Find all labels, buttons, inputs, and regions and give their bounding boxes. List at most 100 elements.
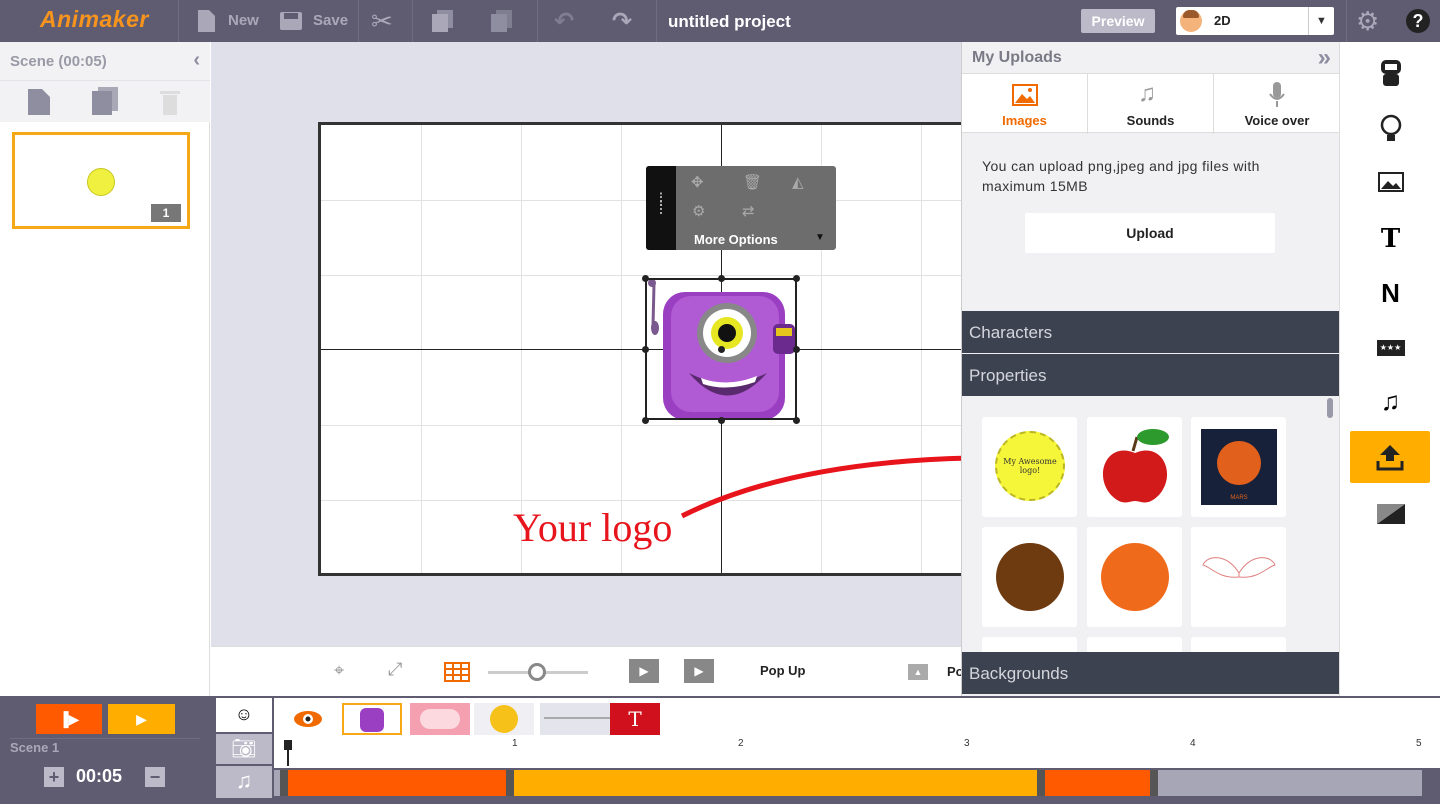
trash-icon[interactable]: 🗑 <box>743 173 762 191</box>
collapse-panel-icon[interactable]: » <box>1318 44 1331 72</box>
resize-handle[interactable] <box>642 417 649 424</box>
center-icon[interactable]: ⌖ <box>334 660 344 681</box>
track-handle[interactable] <box>506 770 514 796</box>
ruler-tick: 2 <box>738 738 744 749</box>
monster-object[interactable] <box>342 703 402 735</box>
section-backgrounds[interactable]: Backgrounds <box>962 652 1339 694</box>
tab-sounds[interactable]: ♫ Sounds <box>1088 74 1214 134</box>
undo-icon[interactable]: ↶ <box>554 7 574 36</box>
resize-handle[interactable] <box>718 275 725 282</box>
rating-icon[interactable]: ★★★ <box>1340 322 1440 374</box>
exit-segment[interactable] <box>1040 770 1154 796</box>
section-characters[interactable]: Characters <box>962 311 1339 353</box>
logo-tile[interactable]: My Awesome logo! <box>982 417 1077 517</box>
tile[interactable] <box>982 637 1077 652</box>
divider <box>537 0 538 42</box>
play-from-start-icon[interactable]: ▶︎ <box>629 659 659 683</box>
help-icon[interactable]: ? <box>1406 9 1430 33</box>
text-object[interactable]: T <box>610 703 660 735</box>
collapse-icon[interactable]: ‹ <box>193 49 200 72</box>
cut-icon[interactable]: ✂ <box>371 6 393 37</box>
eye-object[interactable] <box>288 703 328 735</box>
playhead[interactable] <box>284 740 292 750</box>
track-handle[interactable] <box>1037 770 1045 796</box>
gear-icon[interactable]: ⚙ <box>692 202 705 220</box>
section-properties[interactable]: Properties <box>962 354 1339 396</box>
scrollbar[interactable] <box>1327 398 1333 418</box>
brown-planet-tile[interactable] <box>982 527 1077 627</box>
resize-handle[interactable] <box>718 417 725 424</box>
music-track-icon[interactable]: ♫ <box>216 766 272 798</box>
bulb-icon[interactable] <box>1340 102 1440 154</box>
ruler-tick: 5 <box>1416 738 1422 749</box>
timeline-track[interactable] <box>274 770 1422 796</box>
save-icon[interactable] <box>279 11 303 31</box>
redo-icon[interactable]: ↷ <box>612 7 632 36</box>
arrow-up-icon[interactable]: ▲ <box>908 664 928 680</box>
copy-icon[interactable] <box>431 10 455 32</box>
hold-segment[interactable] <box>510 770 1040 796</box>
project-title[interactable]: untitled project <box>668 12 791 32</box>
n-icon[interactable]: N <box>1340 266 1440 318</box>
fit-icon[interactable]: ⤢ <box>388 659 402 680</box>
cloud-object[interactable] <box>410 703 470 735</box>
resize-handle[interactable] <box>793 346 800 353</box>
resize-handle[interactable] <box>793 417 800 424</box>
camera-icon[interactable]: 📷︎ <box>216 734 272 764</box>
scene-thumbnail[interactable]: 1 <box>12 132 190 229</box>
paste-icon[interactable] <box>490 10 514 32</box>
increase-duration-button[interactable]: + <box>44 767 64 787</box>
chevron-down-icon[interactable]: ▼ <box>1308 7 1334 35</box>
grid-icon[interactable] <box>444 662 470 682</box>
mars-tile[interactable]: MARS <box>1191 417 1286 517</box>
track-handle[interactable] <box>280 770 288 796</box>
ruler-tick: 4 <box>1190 738 1196 749</box>
enter-segment[interactable] <box>284 770 510 796</box>
orange-planet-tile[interactable] <box>1087 527 1182 627</box>
tile[interactable] <box>1087 637 1182 652</box>
coin-object[interactable] <box>474 703 534 735</box>
save-button[interactable]: Save <box>313 12 348 29</box>
tab-images[interactable]: Images <box>962 74 1088 134</box>
swap-icon[interactable]: ⇄ <box>742 202 755 220</box>
add-scene-icon[interactable] <box>28 89 50 115</box>
upload-icon[interactable] <box>1350 431 1430 483</box>
delete-scene-icon[interactable] <box>160 89 180 115</box>
resize-handle[interactable] <box>642 275 649 282</box>
image-icon[interactable] <box>1340 156 1440 208</box>
enter-animation-label[interactable]: Pop Up <box>760 663 806 678</box>
divider <box>358 0 359 42</box>
resize-handle[interactable] <box>642 346 649 353</box>
wings-tile[interactable] <box>1191 527 1286 627</box>
character-track-icon[interactable]: ☺ <box>216 698 272 732</box>
play-all-button[interactable]: ▶ <box>108 704 175 734</box>
preview-button[interactable]: Preview <box>1081 9 1155 33</box>
flip-icon[interactable]: ◭ <box>792 173 804 191</box>
track-handle[interactable] <box>1150 770 1158 796</box>
move-icon[interactable]: ✥ <box>691 173 704 191</box>
text-icon[interactable]: T <box>1340 212 1440 264</box>
duplicate-scene-icon[interactable] <box>90 87 120 115</box>
apple-tile[interactable] <box>1087 417 1182 517</box>
scenes-panel: Scene (00:05) ‹ 1 <box>0 42 210 696</box>
arrow-down-icon[interactable]: ▼ <box>815 232 825 243</box>
play-icon[interactable]: ▶︎ <box>684 659 714 683</box>
background-icon[interactable] <box>1340 492 1440 544</box>
tile[interactable] <box>1191 637 1286 652</box>
upload-button[interactable]: Upload <box>1025 213 1275 253</box>
mode-select[interactable]: 2D ▼ <box>1176 7 1334 35</box>
resize-handle[interactable] <box>718 346 725 353</box>
tab-voice-over[interactable]: Voice over <box>1214 74 1340 134</box>
music-icon[interactable]: ♫ <box>1340 376 1440 428</box>
gear-icon[interactable]: ⚙ <box>1356 6 1379 37</box>
character-icon[interactable] <box>1340 46 1440 98</box>
resize-handle[interactable] <box>793 275 800 282</box>
decrease-duration-button[interactable]: − <box>145 767 165 787</box>
more-options-button[interactable]: More Options <box>694 232 778 247</box>
new-button[interactable]: New <box>228 12 259 29</box>
image-icon <box>1012 84 1038 106</box>
drag-handle-icon[interactable]: ⁞ ⁞ <box>646 166 676 250</box>
play-scene-button[interactable]: ▐▶ <box>36 704 102 734</box>
zoom-slider-thumb[interactable] <box>528 663 546 681</box>
new-file-icon[interactable] <box>196 10 216 32</box>
